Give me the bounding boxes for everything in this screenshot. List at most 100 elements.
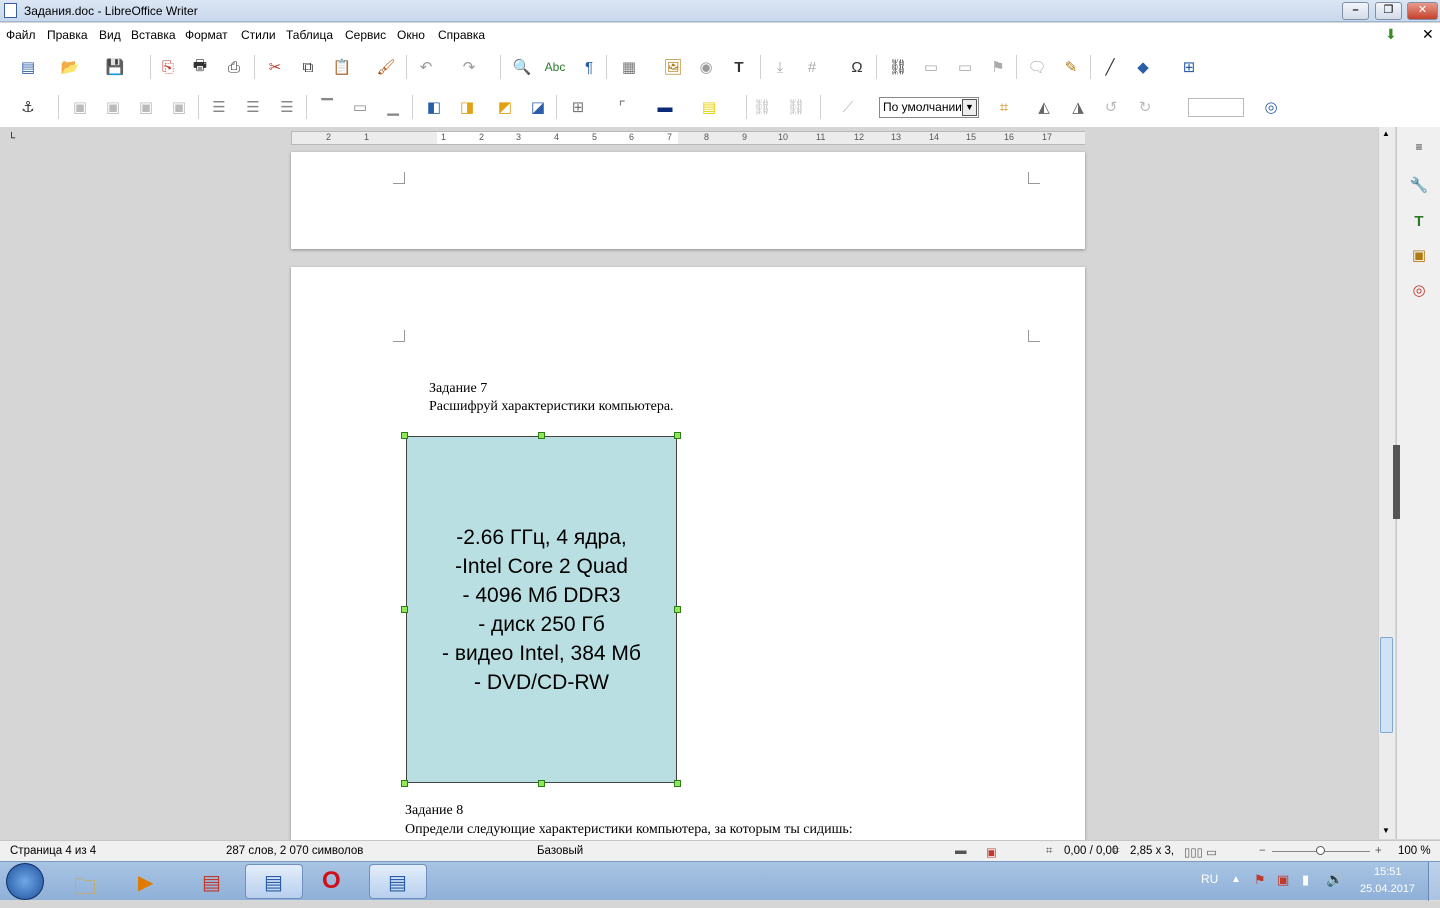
print-icon[interactable]: 🖶 — [188, 55, 212, 79]
insert-field-icon[interactable]: # — [800, 55, 824, 79]
taskbar-media-player[interactable]: ▶ — [121, 864, 179, 899]
menu-window[interactable]: Окно — [397, 28, 425, 42]
close-document-icon[interactable]: ✕ — [1422, 26, 1434, 43]
taskbar-explorer[interactable]: 🗀 — [60, 864, 118, 899]
rotate-right-icon[interactable]: ↻ — [1133, 95, 1157, 119]
resize-handle-sw[interactable] — [401, 780, 408, 787]
resize-handle-s[interactable] — [538, 780, 545, 787]
menu-file[interactable]: Файл — [6, 28, 36, 42]
resize-handle-e[interactable] — [674, 606, 681, 613]
menu-view[interactable]: Вид — [99, 28, 121, 42]
redo-icon[interactable]: ↷ — [457, 55, 481, 79]
align-top-icon[interactable]: ▔ — [315, 95, 339, 119]
track-changes-icon[interactable]: ✎ — [1059, 55, 1083, 79]
computer-specs-shape[interactable]: -2.66 ГГц, 4 ядра, -Intel Core 2 Quad - … — [406, 436, 677, 783]
rotation-angle-field[interactable] — [1188, 98, 1244, 117]
bring-to-front-icon[interactable]: ◧ — [422, 95, 446, 119]
status-page-style[interactable]: Базовый — [537, 845, 583, 857]
bookmark-icon[interactable]: ⚑ — [986, 55, 1010, 79]
menu-edit[interactable]: Правка — [47, 28, 88, 42]
insert-chart-icon[interactable]: ◉ — [694, 55, 718, 79]
volume-icon[interactable]: 🔊 — [1326, 871, 1343, 888]
language-indicator[interactable]: RU — [1201, 872, 1218, 886]
paste-icon[interactable]: 📋 — [330, 55, 354, 79]
group-icon[interactable]: ⛓ — [750, 95, 774, 119]
zoom-slider-knob[interactable] — [1316, 846, 1325, 855]
taskbar-wordpad[interactable]: ▤ — [369, 864, 427, 899]
flip-vertical-icon[interactable]: ◭ — [1032, 95, 1056, 119]
menu-help[interactable]: Справка — [438, 28, 485, 42]
copy-icon[interactable]: ⧉ — [296, 55, 320, 79]
border-style-icon[interactable]: ⌜ — [610, 95, 634, 119]
selection-mode-icon[interactable]: ▬ — [955, 845, 967, 857]
horizontal-ruler[interactable]: 2 1 1 2 3 4 5 6 7 8 9 10 11 12 13 14 15 … — [291, 131, 1085, 145]
align-middle-icon[interactable]: ▭ — [348, 95, 372, 119]
resize-handle-w[interactable] — [401, 606, 408, 613]
menu-styles[interactable]: Стили — [241, 28, 276, 42]
area-fill-icon[interactable]: ▤ — [697, 95, 721, 119]
clock-time[interactable]: 15:51 — [1374, 866, 1402, 878]
wrap-page-icon[interactable]: ▣ — [101, 95, 125, 119]
align-bottom-icon[interactable]: ▁ — [381, 95, 405, 119]
borders-icon[interactable]: ⊞ — [566, 95, 590, 119]
tab-type-icon[interactable]: └ — [8, 133, 15, 144]
status-page[interactable]: Страница 4 из 4 — [10, 845, 96, 857]
menu-format[interactable]: Формат — [185, 28, 228, 42]
align-right-icon[interactable]: ☰ — [275, 95, 299, 119]
network-icon[interactable]: ▮ — [1302, 872, 1309, 888]
cut-icon[interactable]: ✂ — [263, 55, 287, 79]
styles-icon[interactable]: T — [1407, 209, 1431, 233]
scroll-up-icon[interactable]: ▲ — [1382, 129, 1390, 138]
taskbar-opera[interactable]: O — [307, 864, 365, 899]
spelling-icon[interactable]: Abc — [543, 55, 567, 79]
insert-table-icon[interactable]: ▦ — [617, 55, 641, 79]
sidebar-menu-icon[interactable]: ≡ — [1407, 135, 1431, 159]
sidebar-collapse-handle[interactable] — [1393, 445, 1400, 519]
endnote-icon[interactable]: ▭ — [953, 55, 977, 79]
print-preview-icon[interactable]: ⎙ — [222, 55, 246, 79]
anchor-icon[interactable]: ⚓ — [16, 95, 40, 119]
antivirus-icon[interactable]: ▣ — [1277, 872, 1289, 888]
close-button[interactable]: ✕ — [1407, 2, 1438, 20]
formatting-marks-icon[interactable]: ¶ — [577, 55, 601, 79]
restore-button[interactable]: ❐ — [1375, 2, 1402, 20]
insert-textbox-icon[interactable]: T — [727, 55, 751, 79]
open-folder-icon[interactable]: 📂 — [58, 55, 82, 79]
menu-tools[interactable]: Сервис — [345, 28, 386, 42]
resize-handle-ne[interactable] — [674, 432, 681, 439]
start-button[interactable] — [6, 863, 44, 900]
line-icon[interactable]: ╱ — [1098, 55, 1122, 79]
action-center-icon[interactable]: ⚑ — [1254, 872, 1266, 888]
hyperlink-icon[interactable]: ⛓ — [886, 55, 910, 79]
download-update-icon[interactable]: ⬇ — [1385, 26, 1397, 43]
show-desktop-button[interactable] — [1428, 862, 1440, 901]
wrap-through-icon[interactable]: ▣ — [167, 95, 191, 119]
minimize-button[interactable]: – — [1342, 2, 1369, 20]
zoom-out-icon[interactable]: − — [1259, 845, 1266, 857]
bring-forward-icon[interactable]: ◩ — [493, 95, 517, 119]
footnote-icon[interactable]: ▭ — [919, 55, 943, 79]
status-zoom[interactable]: 100 % — [1398, 845, 1431, 857]
resize-handle-se[interactable] — [674, 780, 681, 787]
comment-icon[interactable]: 🗨 — [1025, 55, 1049, 79]
menu-insert[interactable]: Вставка — [131, 28, 176, 42]
resize-handle-nw[interactable] — [401, 432, 408, 439]
rotate-left-icon[interactable]: ↺ — [1099, 95, 1123, 119]
scrollbar-thumb[interactable] — [1380, 637, 1393, 733]
wrap-contour-icon[interactable]: ⟋ — [836, 95, 860, 119]
draw-functions-icon[interactable]: ⊞ — [1177, 55, 1201, 79]
page-break-icon[interactable]: ⤓ — [768, 55, 792, 79]
style-dropdown[interactable]: По умолчании ▼ — [879, 97, 979, 118]
border-color-icon[interactable]: ▬ — [653, 95, 677, 119]
resize-handle-n[interactable] — [538, 432, 545, 439]
basic-shapes-icon[interactable]: ◆ — [1131, 55, 1155, 79]
find-replace-icon[interactable]: 🔍 — [510, 55, 534, 79]
ungroup-icon[interactable]: ⛓ — [784, 95, 808, 119]
taskbar-writer[interactable]: ▤ — [245, 864, 303, 899]
gallery-icon[interactable]: ▣ — [1407, 243, 1431, 267]
undo-icon[interactable]: ↶ — [414, 55, 438, 79]
taskbar-impress[interactable]: ▤ — [184, 864, 242, 899]
new-document-icon[interactable]: ▤ — [16, 55, 40, 79]
crop-icon[interactable]: ⌗ — [992, 95, 1016, 119]
send-backward-icon[interactable]: ◪ — [526, 95, 550, 119]
